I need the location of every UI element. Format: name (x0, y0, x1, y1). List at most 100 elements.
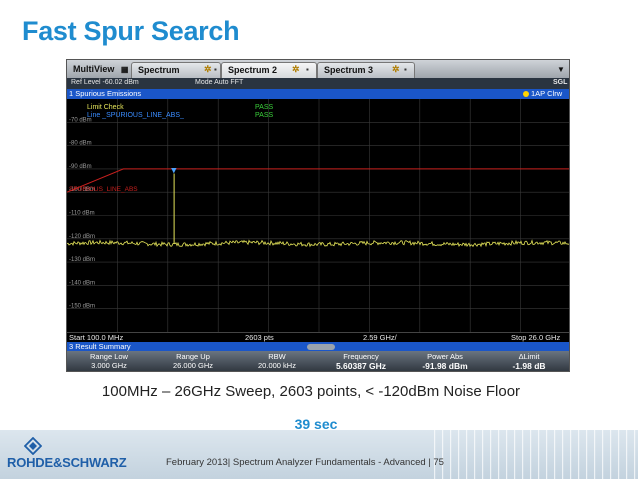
sweep-points: 2603 pts (245, 333, 274, 342)
footer-stripe (626, 430, 628, 479)
sgl-badge: SGL (553, 79, 568, 86)
result-col-rbw: RBW 20.000 kHz (235, 352, 319, 370)
result-header: ΔLimit (518, 352, 540, 361)
result-header: Range Up (176, 352, 210, 361)
result-header: Frequency (343, 352, 379, 361)
limit-check-label: Limit Check (87, 104, 124, 111)
spectrum-plot: -70 dBm -80 dBm -90 dBm -100 dBm -110 dBm -12… (67, 99, 569, 332)
slide-caption: 100MHz – 26GHz Sweep, 2603 points, < -12… (101, 383, 521, 400)
result-header: Range Low (90, 352, 128, 361)
trace-indicator-icon (523, 91, 529, 97)
footer-stripe (514, 430, 516, 479)
footer-stripe (578, 430, 580, 479)
limit-line-result: PASS (255, 112, 273, 119)
tab-multiview-label: MultiView (73, 64, 115, 74)
footer-stripe (546, 430, 548, 479)
rohde-schwarz-logo-icon (24, 437, 42, 455)
chevron-down-icon: ▼ (557, 65, 565, 74)
result-value: 20.000 kHz (258, 361, 296, 370)
footer-stripe (538, 430, 540, 479)
tab-spectrum[interactable]: Spectrum ✲ ▪ (131, 62, 221, 78)
footer-stripe (554, 430, 556, 479)
settings-icon: ✲ (292, 64, 300, 74)
result-summary-row: Range Low 3.000 GHz Range Up 26.000 GHz … (67, 351, 569, 371)
slide-title: Fast Spur Search (22, 16, 240, 46)
tab-bar: MultiView ▦ Spectrum ✲ ▪ Spectrum 2 ✲ ▪ … (67, 60, 569, 78)
footer-stripe (434, 430, 436, 479)
result-col-delta-limit: ΔLimit -1.98 dB (487, 352, 569, 371)
trace-label: 1AP Clrw (531, 89, 563, 98)
footer-stripe (490, 430, 492, 479)
tab-spectrum-2[interactable]: Spectrum 2 ✲ ▪ (221, 62, 317, 78)
window-title: 1 Spurious Emissions (69, 89, 142, 98)
limit-check-result: PASS (255, 104, 273, 111)
footer-stripe (570, 430, 572, 479)
y-tick-label: -150 dBm (69, 304, 95, 310)
settings-icon: ✲ (392, 64, 400, 74)
tab-close-icon[interactable]: ▪ (214, 65, 217, 74)
footer-stripe (602, 430, 604, 479)
tab-close-icon[interactable]: ▪ (306, 65, 309, 74)
footer-stripe (466, 430, 468, 479)
span-per-division: 2.59 GHz/ (363, 333, 397, 342)
y-tick-label: -90 dBm (69, 164, 92, 170)
spectrum-trace (67, 239, 569, 248)
grid-icon: ▦ (120, 65, 129, 74)
tab-spectrum-2-label: Spectrum 2 (228, 65, 278, 75)
footer-stripe (562, 430, 564, 479)
company-logo-text: ROHDE&SCHWARZ (7, 455, 127, 470)
result-value: 3.000 GHz (91, 361, 127, 370)
tab-spectrum-3[interactable]: Spectrum 3 ✲ ▪ (317, 62, 415, 78)
y-tick-label: -140 dBm (69, 280, 95, 286)
footer-stripe (498, 430, 500, 479)
footer-stripe (618, 430, 620, 479)
footer-stripe (506, 430, 508, 479)
result-col-power-abs: Power Abs -91.98 dBm (403, 352, 487, 371)
footer-stripe (634, 430, 636, 479)
result-value: -91.98 dBm (422, 361, 468, 371)
result-col-frequency: Frequency 5.60387 GHz (319, 352, 403, 371)
footer-stripe (610, 430, 612, 479)
start-frequency: Start 100.0 MHz (69, 333, 124, 342)
marker-arrow-icon: ▼ (171, 167, 177, 175)
y-tick-label: -120 dBm (69, 234, 95, 240)
footer-stripe (450, 430, 452, 479)
footer-stripe (482, 430, 484, 479)
status-bar: Start 100.0 MHz 2603 pts 2.59 GHz/ Stop … (67, 332, 569, 342)
settings-icon: ✲ (204, 64, 212, 74)
footer-stripes (434, 430, 636, 479)
mode: Mode Auto FFT (195, 79, 244, 86)
limit-line (67, 168, 569, 193)
ref-level: Ref Level -60.02 dBm (71, 79, 139, 86)
result-col-range-up: Range Up 26.000 GHz (151, 352, 235, 370)
splitter-handle[interactable] (307, 344, 335, 350)
scroll-tabs-button[interactable]: ▼ (551, 62, 569, 78)
footer-stripe (530, 430, 532, 479)
result-value: 26.000 GHz (172, 361, 214, 370)
footer-stripe (458, 430, 460, 479)
footer-stripe (522, 430, 524, 479)
limit-line-label: Line _SPURIOUS_LINE_ABS_ (87, 112, 184, 119)
tab-spectrum-label: Spectrum (138, 65, 180, 75)
result-col-range-low: Range Low 3.000 GHz (67, 352, 151, 370)
result-value: -1.98 dB (512, 361, 546, 371)
result-value: 5.60387 GHz (335, 361, 387, 371)
result-summary-title: 3 Result Summary (69, 342, 131, 351)
info-bar: Ref Level -60.02 dBm Mode Auto FFT SGL (67, 78, 569, 89)
tab-spectrum-3-label: Spectrum 3 (324, 65, 374, 75)
footer-stripe (594, 430, 596, 479)
y-tick-label: -130 dBm (69, 257, 95, 263)
footer-text: February 2013| Spectrum Analyzer Fundame… (166, 457, 444, 468)
spectrum-analyzer-screen: MultiView ▦ Spectrum ✲ ▪ Spectrum 2 ✲ ▪ … (66, 59, 570, 372)
result-header: Power Abs (427, 352, 463, 361)
footer-stripe (586, 430, 588, 479)
y-tick-label: -110 dBm (69, 211, 95, 217)
result-header: RBW (268, 352, 286, 361)
stop-frequency: Stop 26.0 GHz (511, 333, 561, 342)
y-tick-label: -80 dBm (69, 141, 92, 147)
footer-stripe (474, 430, 476, 479)
window-title-bar: 1 Spurious Emissions 1AP Clrw (67, 89, 569, 99)
tab-multiview[interactable]: MultiView ▦ (67, 62, 131, 78)
spectrum-plot-svg: -70 dBm-80 dBm-90 dBm-100 dBm-110 dBm-12… (67, 99, 569, 332)
tab-close-icon[interactable]: ▪ (404, 65, 407, 74)
